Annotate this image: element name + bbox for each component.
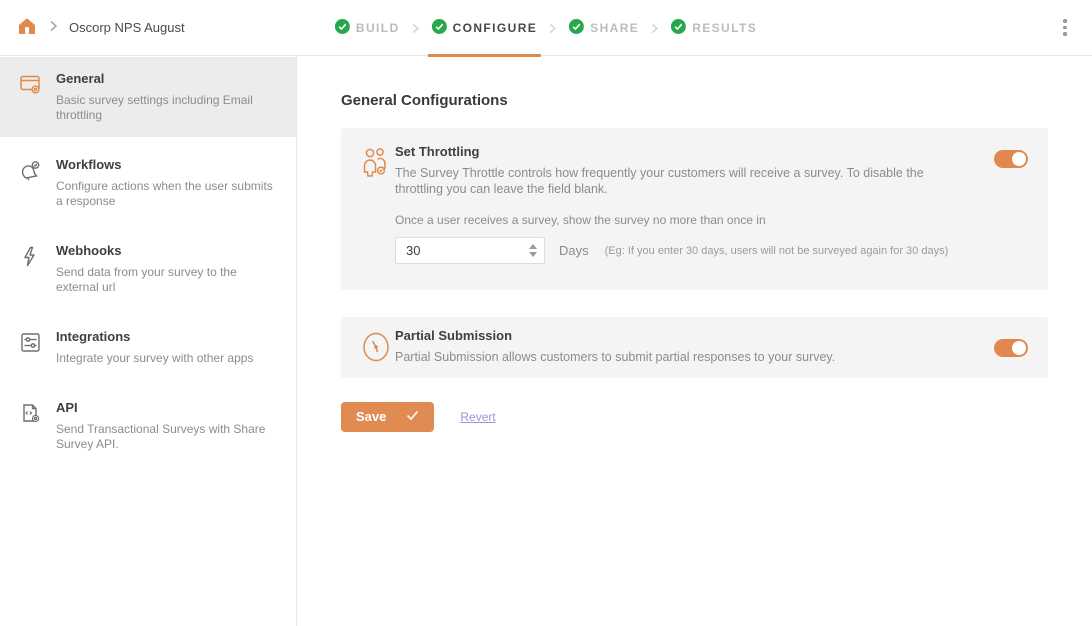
home-button[interactable] <box>16 17 38 39</box>
chevron-right-icon <box>49 20 58 35</box>
sidebar-item-label: Workflows <box>56 157 276 173</box>
step-label: CONFIGURE <box>453 21 538 35</box>
setting-title: Partial Submission <box>395 328 974 344</box>
check-circle-icon <box>671 19 686 37</box>
kebab-menu-icon[interactable] <box>1056 17 1074 39</box>
throttle-prompt: Once a user receives a survey, show the … <box>395 213 1028 228</box>
setting-title: Set Throttling <box>395 144 974 160</box>
throttle-hint: (Eg: If you enter 30 days, users will no… <box>605 245 949 257</box>
users-check-icon <box>361 144 395 181</box>
toggle-knob <box>1012 152 1026 166</box>
sidebar-item-label: Integrations <box>56 329 253 345</box>
document-code-gear-icon <box>18 400 56 452</box>
sidebar-item-workflows[interactable]: Workflows Configure actions when the use… <box>0 143 296 223</box>
check-circle-icon <box>432 19 447 37</box>
breadcrumb: Oscorp NPS August <box>16 17 185 39</box>
settings-sidebar: General Basic survey settings including … <box>0 56 297 626</box>
step-label: SHARE <box>590 21 639 35</box>
clock-icon <box>361 328 395 367</box>
sidebar-item-description: Send Transactional Surveys with Share Su… <box>56 422 276 452</box>
sidebar-item-description: Integrate your survey with other apps <box>56 351 253 366</box>
sidebar-item-description: Configure actions when the user submits … <box>56 179 276 209</box>
bell-check-icon <box>18 157 56 209</box>
home-icon <box>17 16 37 39</box>
setting-description: The Survey Throttle controls how frequen… <box>395 165 974 197</box>
throttling-toggle[interactable] <box>994 150 1028 168</box>
check-icon <box>406 409 419 424</box>
step-build[interactable]: BUILD <box>335 0 400 56</box>
top-header: Oscorp NPS August BUILD CONFIGURE SHARE <box>0 0 1092 56</box>
sidebar-item-label: API <box>56 400 276 416</box>
sidebar-item-description: Send data from your survey to the extern… <box>56 265 276 295</box>
sidebar-item-webhooks[interactable]: Webhooks Send data from your survey to t… <box>0 229 296 309</box>
chevron-right-icon <box>549 23 557 34</box>
throttle-days-input[interactable] <box>395 237 545 264</box>
step-label: BUILD <box>356 21 400 35</box>
save-button[interactable]: Save <box>341 402 434 432</box>
step-share[interactable]: SHARE <box>569 0 639 56</box>
partial-submission-card: Partial Submission Partial Submission al… <box>341 317 1048 378</box>
page-title: General Configurations <box>341 92 1048 110</box>
sidebar-item-description: Basic survey settings including Email th… <box>56 93 276 123</box>
sidebar-item-label: General <box>56 71 276 87</box>
revert-link[interactable]: Revert <box>460 410 495 424</box>
chevron-right-icon <box>651 23 659 34</box>
sidebar-item-label: Webhooks <box>56 243 276 259</box>
actions-row: Save Revert <box>341 402 1048 432</box>
setting-description: Partial Submission allows customers to s… <box>395 349 974 365</box>
toggle-knob <box>1012 341 1026 355</box>
chevron-right-icon <box>412 23 420 34</box>
sidebar-item-integrations[interactable]: Integrations Integrate your survey with … <box>0 315 296 380</box>
check-circle-icon <box>335 19 350 37</box>
partial-submission-toggle[interactable] <box>994 339 1028 357</box>
stepper-up-icon[interactable] <box>529 244 537 249</box>
sidebar-item-api[interactable]: API Send Transactional Surveys with Shar… <box>0 386 296 466</box>
step-configure[interactable]: CONFIGURE <box>432 0 538 56</box>
step-label: RESULTS <box>692 21 757 35</box>
check-circle-icon <box>569 19 584 37</box>
days-unit-label: Days <box>559 243 589 258</box>
progress-stepper: BUILD CONFIGURE SHARE RESULTS <box>335 0 757 56</box>
throttling-card: Set Throttling The Survey Throttle contr… <box>341 128 1048 290</box>
stepper-down-icon[interactable] <box>529 252 537 257</box>
sidebar-item-general[interactable]: General Basic survey settings including … <box>0 57 296 137</box>
survey-title: Oscorp NPS August <box>69 20 185 35</box>
lightning-icon <box>18 243 56 295</box>
window-gear-icon <box>18 71 56 123</box>
step-results[interactable]: RESULTS <box>671 0 757 56</box>
main-content: General Configurations Set Throttling Th… <box>297 56 1092 626</box>
sliders-icon <box>18 329 56 366</box>
save-button-label: Save <box>356 409 386 424</box>
number-stepper <box>526 240 540 261</box>
